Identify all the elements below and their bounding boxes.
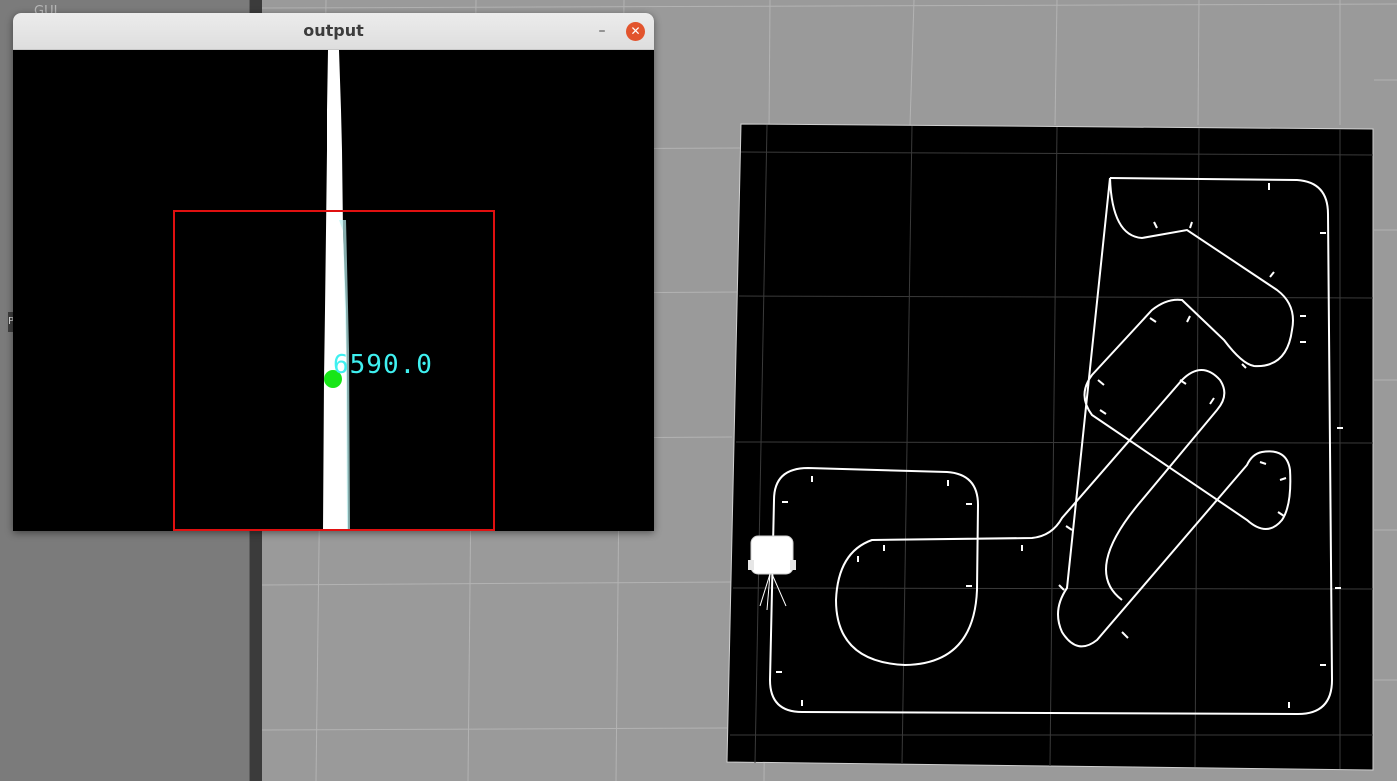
minimize-button[interactable]: –: [593, 22, 611, 40]
camera-output-image: 6590.0: [13, 50, 654, 531]
camera-view: [173, 50, 495, 531]
error-value-text: 6590.0: [333, 350, 433, 380]
minimize-icon: –: [598, 23, 606, 39]
output-titlebar[interactable]: output – ✕: [13, 13, 654, 50]
track-board: [726, 123, 1374, 771]
close-button[interactable]: ✕: [626, 22, 645, 41]
lane-line: [323, 50, 348, 531]
output-window[interactable]: output – ✕ 6590.0: [13, 13, 654, 531]
window-title: output: [303, 21, 364, 40]
close-icon: ✕: [630, 24, 641, 38]
